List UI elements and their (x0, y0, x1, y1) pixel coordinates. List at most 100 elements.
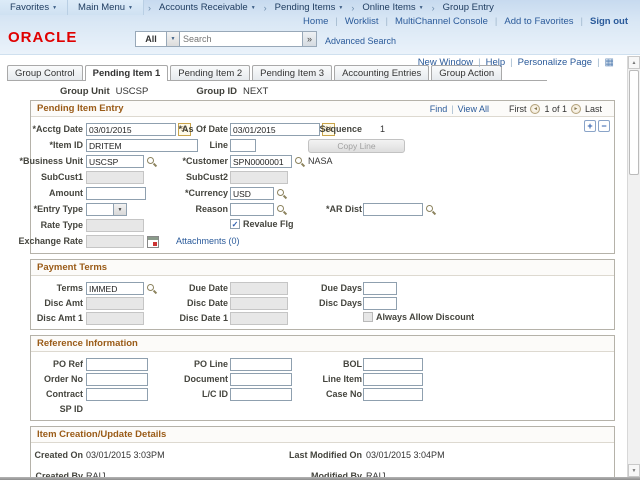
case-no-input[interactable] (363, 388, 423, 401)
always-allow-discount-label: Always Allow Discount (376, 312, 475, 322)
contract-input[interactable] (86, 388, 148, 401)
first-label: First (508, 103, 527, 114)
tab-pending-item-3[interactable]: Pending Item 3 (252, 65, 333, 80)
main-menu-label: Main Menu (78, 2, 126, 13)
lookup-icon[interactable] (425, 204, 436, 216)
payment-terms-header: Payment Terms (31, 260, 614, 276)
form-row: SP ID (31, 402, 614, 417)
copy-line-button: Copy Line (308, 139, 405, 153)
customer-input[interactable] (230, 155, 292, 168)
separator: | (597, 57, 600, 68)
subcust1-input (86, 171, 144, 184)
previous-row-icon[interactable]: ◄ (530, 103, 541, 114)
chevron-down-icon: ▼ (52, 4, 58, 11)
due-days-input[interactable] (363, 282, 397, 295)
po-line-input[interactable] (230, 358, 292, 371)
oracle-logo: ORACLE (8, 29, 78, 46)
disc-date-label: Disc Date (186, 298, 228, 308)
grid-icon[interactable]: ▦ (605, 57, 614, 68)
lookup-icon[interactable] (276, 188, 287, 200)
scroll-down-icon[interactable]: ▼ (628, 464, 640, 477)
as-of-date-input[interactable] (230, 123, 320, 136)
breadcrumb-main-menu[interactable]: Main Menu ▼ (68, 0, 144, 15)
group-id-value: NEXT (242, 86, 269, 97)
line-item-input[interactable] (363, 373, 423, 386)
crumb-label: Pending Items (274, 2, 336, 13)
breadcrumb-separator-icon: › (431, 2, 435, 13)
lc-id-input[interactable] (230, 388, 292, 401)
search-go-button[interactable]: » (303, 31, 317, 47)
search-scope-dropdown[interactable]: All ▼ (135, 31, 180, 47)
sequence-value: 1 (380, 124, 386, 134)
personalize-page-link[interactable]: Personalize Page (518, 57, 592, 68)
acctg-date-label: *Acctg Date (32, 124, 83, 134)
breadcrumb-favorites[interactable]: Favorites ▼ (0, 0, 69, 15)
terms-input[interactable] (86, 282, 144, 295)
advanced-search-link[interactable]: Advanced Search (325, 36, 396, 46)
lookup-icon[interactable] (146, 283, 157, 295)
line-input[interactable] (230, 139, 256, 152)
next-row-icon[interactable]: ► (570, 103, 581, 114)
item-id-input[interactable] (86, 139, 198, 152)
chevron-down-icon: ▼ (338, 4, 344, 11)
po-ref-input[interactable] (86, 358, 148, 371)
help-link[interactable]: Help (486, 57, 506, 68)
document-input[interactable] (230, 373, 292, 386)
tab-group-control[interactable]: Group Control (7, 65, 83, 80)
view-all-link[interactable]: View All (458, 104, 489, 114)
home-link[interactable]: Home (303, 16, 328, 27)
amount-label: Amount (49, 188, 83, 198)
scroll-up-icon[interactable]: ▲ (628, 56, 640, 69)
bol-input[interactable] (363, 358, 423, 371)
breadcrumb-pending-items[interactable]: Pending Items ▼ (271, 2, 348, 13)
crumb-label: Group Entry (442, 2, 494, 13)
chevron-down-icon: ▼ (250, 4, 256, 11)
sign-out-link[interactable]: Sign out (590, 16, 628, 27)
lookup-icon[interactable] (276, 204, 287, 216)
add-to-favorites-link[interactable]: Add to Favorites (504, 16, 573, 27)
breadcrumb-separator-icon: › (351, 2, 355, 13)
breadcrumb-online-items[interactable]: Online Items ▼ (358, 2, 427, 13)
lookup-icon[interactable] (146, 156, 157, 168)
attachments-link[interactable]: Attachments (0) (176, 236, 240, 246)
tab-label: Group Action (439, 67, 495, 79)
chevron-down-icon: ▼ (114, 203, 127, 216)
exchange-rate-detail-icon[interactable] (147, 235, 159, 248)
tab-accounting-entries[interactable]: Accounting Entries (334, 65, 430, 80)
revalue-flg-checkbox[interactable]: ✓ (230, 219, 240, 229)
entry-type-select[interactable]: ▼ (86, 203, 127, 216)
currency-input[interactable] (230, 187, 274, 200)
line-item-label: Line Item (322, 374, 362, 384)
section-title: Reference Information (37, 338, 138, 349)
reason-input[interactable] (230, 203, 274, 216)
lookup-icon[interactable] (294, 156, 305, 168)
ar-dist-input[interactable] (363, 203, 423, 216)
search-input[interactable] (180, 31, 303, 47)
item-details-body: Created On 03/01/2015 3:03PM Last Modifi… (31, 443, 614, 480)
order-no-input[interactable] (86, 373, 148, 386)
worklist-link[interactable]: Worklist (345, 16, 379, 27)
exchange-rate-label: Exchange Rate (18, 236, 83, 246)
new-window-link[interactable]: New Window (418, 57, 473, 68)
due-date-label: Due Date (188, 283, 228, 293)
vertical-scrollbar[interactable]: ▲ ▼ (627, 56, 640, 477)
disc-days-input[interactable] (363, 297, 397, 310)
terms-label: Terms (56, 283, 83, 293)
scrollbar-thumb[interactable] (629, 70, 639, 175)
amount-input[interactable] (86, 187, 146, 200)
acctg-date-input[interactable] (86, 123, 176, 136)
multichannel-console-link[interactable]: MultiChannel Console (395, 16, 488, 27)
ar-dist-label: *AR Dist (325, 204, 362, 214)
favorites-label: Favorites (10, 2, 50, 13)
business-unit-input[interactable] (86, 155, 144, 168)
tab-pending-item-2[interactable]: Pending Item 2 (170, 65, 251, 80)
bol-label: BOL (343, 359, 362, 369)
breadcrumb-accounts-receivable[interactable]: Accounts Receivable ▼ (155, 2, 260, 13)
section-title: Payment Terms (37, 262, 108, 273)
reference-information-header: Reference Information (31, 336, 614, 352)
row-counter: 1 of 1 (544, 103, 567, 114)
tab-label: Pending Item 1 (92, 68, 161, 79)
tab-label: Pending Item 3 (260, 67, 325, 79)
find-link[interactable]: Find (430, 104, 448, 114)
tab-pending-item-1[interactable]: Pending Item 1 (84, 65, 169, 81)
